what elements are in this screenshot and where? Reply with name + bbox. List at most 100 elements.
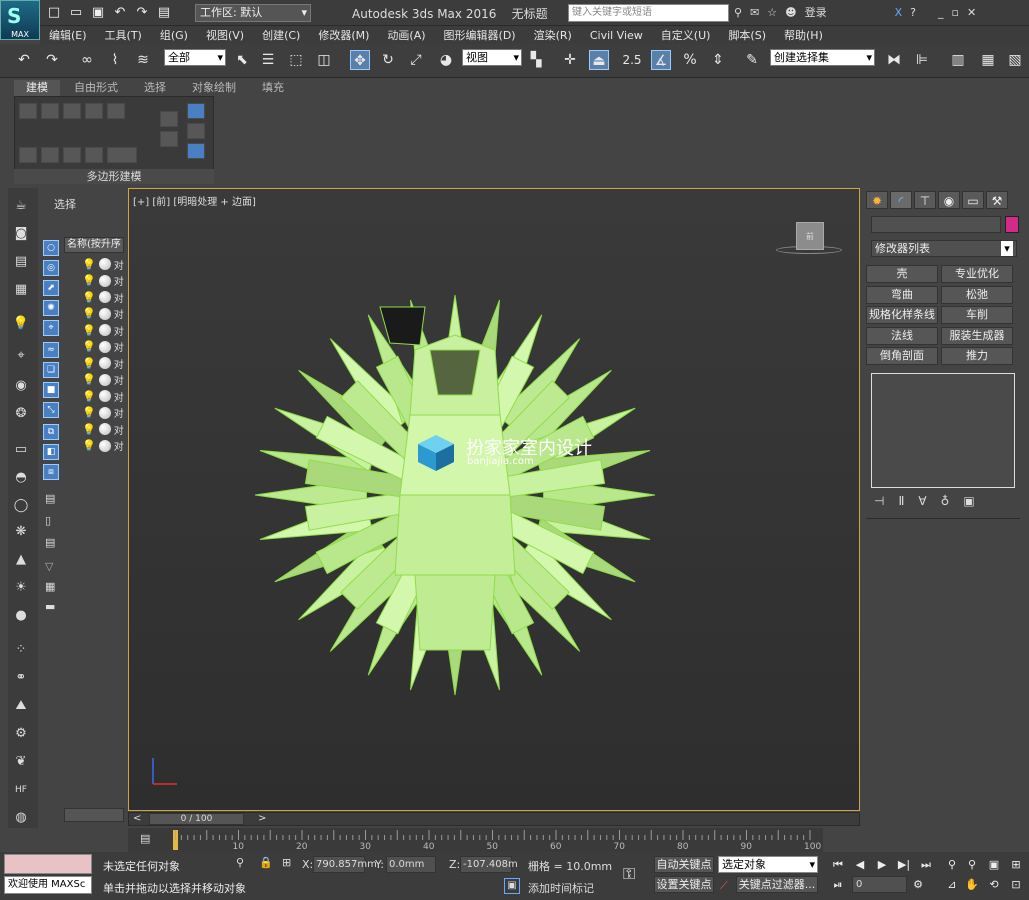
menu-item[interactable]: 渲染(R) <box>525 27 581 43</box>
menu-item[interactable]: 动画(A) <box>378 27 434 43</box>
light-bulb-icon[interactable]: 💡 <box>82 258 96 271</box>
display-xrefs-icon[interactable]: ⤡ <box>43 402 59 418</box>
modifier-button[interactable]: 法线 <box>866 326 938 345</box>
mirror-icon[interactable]: ⧓ <box>884 50 904 70</box>
play-icon[interactable]: ▶ <box>874 856 890 873</box>
ribbon-panel-label[interactable]: 多边形建模 <box>14 169 214 184</box>
project-folder-icon[interactable]: ▤ <box>156 5 172 21</box>
modifier-button[interactable]: 壳 <box>866 265 938 283</box>
plant-icon[interactable]: ❦ <box>11 752 31 772</box>
add-time-tag[interactable]: 添加时间标记 <box>528 880 594 896</box>
redo-button[interactable]: ↷ <box>42 50 62 70</box>
menu-item[interactable]: 工具(T) <box>96 27 151 43</box>
light-bulb-icon[interactable]: 💡 <box>82 291 96 304</box>
display-lights-icon[interactable]: ✺ <box>43 300 59 316</box>
ribbon-tool-button[interactable] <box>85 103 103 119</box>
time-slider[interactable]: 0 / 100 <box>149 813 244 825</box>
ribbon-tab[interactable]: 自由形式 <box>62 80 130 96</box>
menu-item[interactable]: 创建(C) <box>253 27 309 43</box>
binoculars-icon[interactable]: ⚲ <box>734 6 742 19</box>
light-bulb-icon[interactable]: 💡 <box>82 340 96 353</box>
list-icon[interactable]: ▤ <box>11 252 31 272</box>
restore-button[interactable]: ▫ <box>952 6 959 19</box>
system-icon[interactable]: ◍ <box>11 808 31 828</box>
close-button[interactable]: ✕ <box>967 6 976 19</box>
scene-list-item[interactable]: 💡 对 <box>82 289 124 305</box>
percent-snap-icon[interactable]: % <box>680 50 700 70</box>
link-icon[interactable]: ∞ <box>77 50 97 70</box>
select-manipulate-icon[interactable]: ✛ <box>560 50 580 70</box>
menu-item[interactable]: 组(G) <box>151 27 197 43</box>
maxscript-mini[interactable]: 欢迎使用 MAXSc <box>4 876 92 894</box>
login-label[interactable]: 登录 <box>805 4 827 20</box>
doc-icon[interactable]: ▤ <box>45 536 55 549</box>
unlink-icon[interactable]: ⌇ <box>105 50 125 70</box>
menu-item[interactable]: 修改器(M) <box>309 27 378 43</box>
time-next-icon[interactable]: > <box>258 813 266 824</box>
spinner-snap-icon[interactable]: ⇕ <box>708 50 728 70</box>
absolute-mode-icon[interactable]: ⊞ <box>282 856 291 869</box>
next-frame-icon[interactable]: ▶| <box>896 856 912 873</box>
set-key-icon[interactable]: ⚿ <box>623 864 635 884</box>
dome-icon[interactable]: ◓ <box>11 468 31 488</box>
pivot-icon[interactable]: ▚ <box>526 50 546 70</box>
object-name-input[interactable] <box>871 216 1001 233</box>
key-mode-icon[interactable]: ⏯ <box>830 876 846 893</box>
bind-spacewarp-icon[interactable]: ≋ <box>133 50 153 70</box>
display-geometry-icon[interactable]: ◎ <box>43 260 59 276</box>
hedra-icon[interactable]: ❋ <box>11 522 31 542</box>
ribbon-tool-button[interactable] <box>41 103 59 119</box>
ribbon-tool-button[interactable] <box>63 103 81 119</box>
ribbon-tool-button[interactable] <box>85 147 103 163</box>
selection-filter-dropdown[interactable]: 全部 <box>164 49 226 66</box>
x-coord-field[interactable]: 790.857mm <box>313 856 377 873</box>
display-none-icon[interactable]: ○ <box>43 240 59 256</box>
goto-end-icon[interactable]: ⏭ <box>918 856 934 873</box>
scene-list-item[interactable]: 💡 对 <box>82 405 124 421</box>
scene-list-item[interactable]: 💡 对 <box>82 306 124 322</box>
workspace-dropdown[interactable]: 工作区: 默认 <box>195 4 311 22</box>
scene-horizontal-scrollbar[interactable] <box>64 808 124 822</box>
light-bulb-icon[interactable]: 💡 <box>82 439 96 452</box>
zoom-extents-all-icon[interactable]: ⊞ <box>1008 856 1024 873</box>
light-bulb-icon[interactable]: 💡 <box>82 357 96 370</box>
save-icon[interactable]: ▣ <box>90 5 106 21</box>
select-object-icon[interactable]: ⬉ <box>232 50 252 70</box>
display-groups-icon[interactable]: ■ <box>43 382 59 398</box>
time-prev-icon[interactable]: < <box>133 813 141 824</box>
pin-stack-icon[interactable]: ⊣ <box>874 494 884 508</box>
rect-region-icon[interactable]: ⬚ <box>286 50 306 70</box>
ribbon-tab[interactable]: 建模 <box>14 80 60 96</box>
select-by-name-icon[interactable]: ☰ <box>258 50 278 70</box>
new-file-icon[interactable]: □ <box>46 5 62 21</box>
doc-icon[interactable]: ▤ <box>45 492 55 505</box>
z-coord-field[interactable]: -107.408m <box>460 856 518 873</box>
ribbon-tab[interactable]: 填充 <box>250 80 296 96</box>
layer-icon[interactable]: ▬ <box>45 600 55 613</box>
select-scale-icon[interactable]: ⤢ <box>406 50 426 70</box>
display-tab-icon[interactable]: ▭ <box>962 191 984 209</box>
app-logo-button[interactable]: S MAX <box>0 0 40 40</box>
snaps-toggle-icon[interactable]: 2.5 <box>622 50 642 70</box>
make-unique-icon[interactable]: ∀ <box>918 494 926 508</box>
filter-icon[interactable]: ▽ <box>45 560 53 573</box>
viewport-label[interactable]: [+] [前] [明暗处理 + 边面] <box>133 193 256 208</box>
y-coord-field[interactable]: 0.0mm <box>386 856 436 873</box>
lock-icon[interactable]: 🔒 <box>259 856 273 869</box>
light-bulb-icon[interactable]: 💡 <box>82 423 96 436</box>
undo-icon[interactable]: ↶ <box>112 5 128 21</box>
menu-item[interactable]: Civil View <box>581 29 652 42</box>
current-frame-field[interactable]: 0 <box>852 876 907 893</box>
utilities-tab-icon[interactable]: ⚒ <box>986 191 1008 209</box>
display-helpers-icon[interactable]: ≈ <box>43 342 59 358</box>
create-tab-icon[interactable]: ✹ <box>866 191 888 209</box>
light-bulb-icon[interactable]: 💡 <box>82 390 96 403</box>
filter-options-icon[interactable]: ▦ <box>45 580 55 593</box>
zoom-icon[interactable]: ⚲ <box>944 856 960 873</box>
isolate-icon[interactable]: ⚲ <box>236 856 244 869</box>
ribbon-tool-button[interactable] <box>107 103 125 119</box>
key-filters-button[interactable]: 关键点过滤器... <box>736 876 818 893</box>
scene-list-item[interactable]: 💡 对 <box>82 322 124 338</box>
scene-list-item[interactable]: 💡 对 <box>82 355 124 371</box>
ribbon-tool-button[interactable] <box>187 123 205 139</box>
